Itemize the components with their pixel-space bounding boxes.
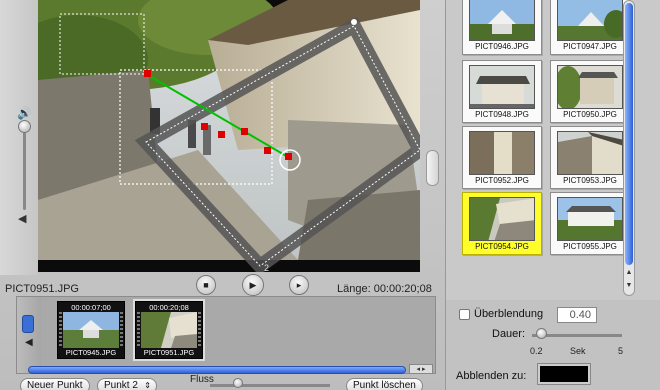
- preview-image: 2: [38, 0, 420, 272]
- clip-name: PICT0945.JPG: [65, 348, 117, 357]
- timeline-clip[interactable]: 00:00:07;00 PICT0945.JPG: [57, 301, 125, 359]
- duration-max-label: 5: [618, 346, 624, 356]
- play-button[interactable]: ▶: [242, 274, 264, 296]
- photo-thumbnail[interactable]: PICT0953.JPG: [550, 126, 630, 189]
- flow-slider-knob[interactable]: [233, 378, 243, 388]
- photo-thumbnail[interactable]: PICT0955.JPG: [550, 192, 630, 255]
- stop-icon: ■: [203, 280, 209, 290]
- clip-thumbnail: [141, 312, 197, 348]
- timeline-filmstrip[interactable]: ◀ 00:00:07;00 PICT0945.JPG 00:00:20;08 P…: [16, 296, 436, 374]
- photo-thumbnail[interactable]: PICT0947.JPG: [550, 0, 630, 55]
- volume-panel: [0, 0, 38, 275]
- viewer-scroll-handle[interactable]: [426, 150, 439, 186]
- crossfade-label: Überblendung: [474, 308, 544, 320]
- duration-unit-label: Sek: [570, 346, 586, 356]
- timeline-mode-toggle[interactable]: [22, 315, 34, 333]
- scroll-down-icon[interactable]: ▼: [624, 282, 634, 292]
- photo-thumbnail[interactable]: PICT0948.JPG: [462, 60, 542, 123]
- clip-duration: Länge: 00:00:20;08: [337, 283, 432, 295]
- fade-to-label: Abblenden zu:: [456, 370, 527, 382]
- timeline-side-controls: ◀: [17, 297, 41, 373]
- timeline-clip-selected[interactable]: 00:00:20;08 PICT0951.JPG: [133, 299, 205, 361]
- photo-thumbnail[interactable]: PICT0950.JPG: [550, 60, 630, 123]
- frame-counter: 2: [264, 263, 269, 272]
- volume-low-icon: ◀: [18, 213, 27, 225]
- photo-grid: PICT0946.JPG PICT0947.JPG PICT0948.JPG P…: [458, 0, 630, 300]
- photo-thumbnail[interactable]: PICT0946.JPG: [462, 0, 542, 55]
- photo-thumbnail-selected[interactable]: PICT0954.JPG: [462, 192, 542, 255]
- volume-high-icon: 🔊: [17, 106, 32, 120]
- delete-point-button[interactable]: Punkt löschen: [346, 378, 423, 390]
- popup-arrow-icon: ⇕: [144, 381, 151, 390]
- timeline-scrollbar[interactable]: [28, 366, 406, 374]
- duration-label: Dauer:: [492, 328, 526, 340]
- crossfade-value-field[interactable]: 0.40: [557, 307, 597, 323]
- browser-scroll-thumb[interactable]: [625, 3, 633, 265]
- keypoint-marker[interactable]: [144, 70, 151, 77]
- browser-scrollbar[interactable]: ▲ ▼: [623, 0, 635, 296]
- duration-slider-knob[interactable]: [536, 328, 547, 339]
- clip-thumbnail: [63, 312, 119, 348]
- point-menu-popup[interactable]: Punkt 2 ⇕: [97, 378, 157, 390]
- volume-slider-knob[interactable]: [18, 120, 31, 133]
- stop-button[interactable]: ■: [196, 275, 216, 295]
- fade-color-well[interactable]: [537, 363, 591, 385]
- clip-time: 00:00:20;08: [149, 303, 189, 312]
- end-button[interactable]: ▸: [289, 275, 309, 295]
- rotate-handle[interactable]: [351, 19, 357, 25]
- keypoint-marker[interactable]: [241, 128, 248, 135]
- new-point-button[interactable]: Neuer Punkt: [20, 378, 90, 390]
- timeline-scroll-arrows[interactable]: ◂ ▸: [409, 364, 433, 374]
- crossfade-checkbox[interactable]: [459, 309, 470, 320]
- volume-slider-track[interactable]: [23, 122, 26, 210]
- keypoint-marker[interactable]: [201, 123, 208, 130]
- flow-slider-track[interactable]: [210, 384, 330, 387]
- speaker-icon[interactable]: ◀: [25, 337, 33, 348]
- keypoint-marker[interactable]: [218, 131, 225, 138]
- preview-viewer[interactable]: 2: [38, 0, 420, 272]
- point-menu-value: Punkt 2: [104, 380, 138, 390]
- duration-min-label: 0.2: [530, 346, 543, 356]
- end-icon: ▸: [296, 279, 302, 290]
- clip-time: 00:00:07;00: [71, 303, 111, 312]
- clip-filename: PICT0951.JPG: [5, 283, 79, 295]
- slideshow-editor-window: 🔊 ◀ 2 ■ ▶ ▸ PICT0951.JPG Länge: 00:00:20…: [0, 0, 660, 390]
- keypoint-marker[interactable]: [264, 147, 271, 154]
- play-icon: ▶: [249, 279, 257, 290]
- photo-thumbnail[interactable]: PICT0952.JPG: [462, 126, 542, 189]
- clip-name: PICT0951.JPG: [143, 348, 195, 357]
- scroll-up-icon[interactable]: ▲: [624, 269, 634, 279]
